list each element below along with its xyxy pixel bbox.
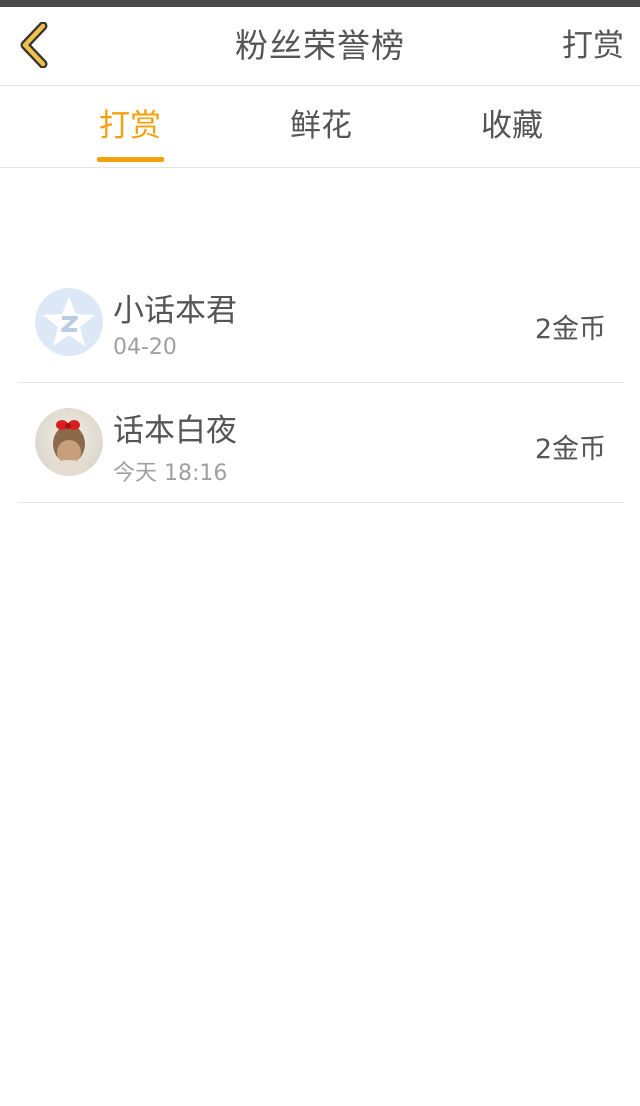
active-tab-indicator (97, 157, 164, 162)
list-item[interactable]: 小话本君 04-20 2金币 (18, 263, 624, 383)
reward-amount: 2金币 (534, 314, 606, 345)
reward-time: 今天 18:16 (113, 461, 228, 486)
avatar (35, 408, 103, 476)
tab-reward[interactable]: 打赏 (50, 86, 210, 167)
page-title: 粉丝荣誉榜 (235, 26, 405, 65)
star-avatar-icon (35, 288, 103, 356)
user-photo-icon (35, 408, 103, 476)
chevron-left-icon (16, 21, 52, 72)
status-bar (0, 0, 640, 7)
back-button[interactable] (8, 19, 60, 75)
reward-button[interactable]: 打赏 (562, 7, 624, 85)
tab-flowers[interactable]: 鲜花 (241, 86, 401, 167)
nav-bar: 粉丝荣誉榜 打赏 (0, 7, 640, 86)
list-item[interactable]: 话本白夜 今天 18:16 2金币 (18, 383, 624, 503)
tab-favorites[interactable]: 收藏 (432, 86, 592, 167)
avatar (35, 288, 103, 356)
reward-time: 04-20 (113, 335, 177, 360)
page: 粉丝荣誉榜 打赏 打赏 鲜花 收藏 小话本君 04-20 2金币 话本白夜 今天… (0, 0, 640, 1106)
user-name: 小话本君 (113, 293, 237, 329)
tab-bar: 打赏 鲜花 收藏 (0, 86, 640, 168)
reward-amount: 2金币 (534, 434, 606, 465)
fan-list: 小话本君 04-20 2金币 话本白夜 今天 18:16 2金币 (0, 263, 640, 503)
user-name: 话本白夜 (113, 413, 237, 449)
